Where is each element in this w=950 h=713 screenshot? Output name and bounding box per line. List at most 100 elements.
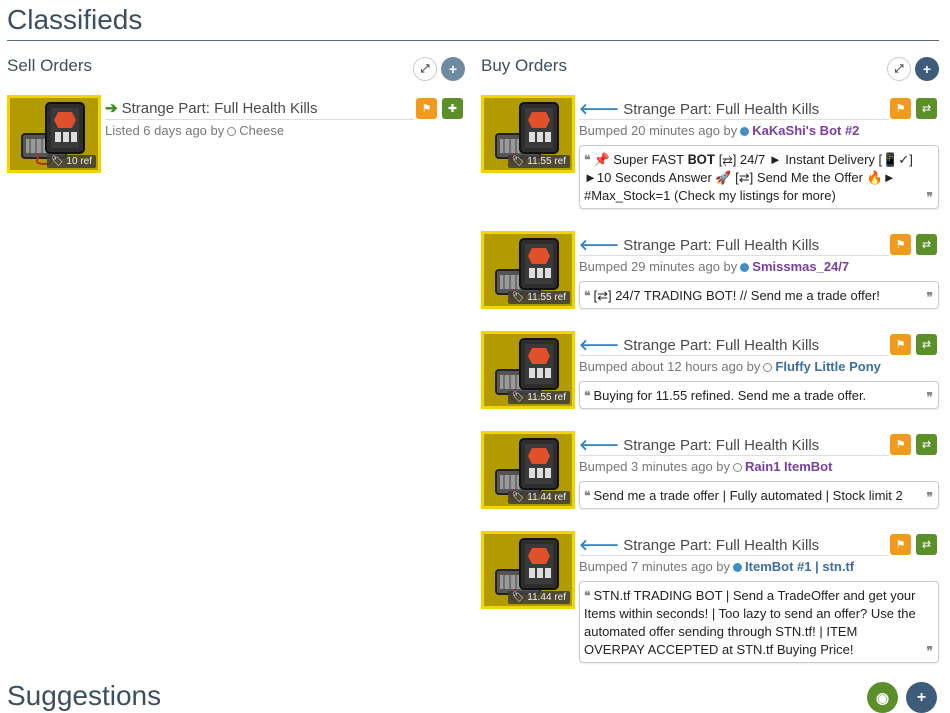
quote-left-icon: ❝ [584, 153, 591, 167]
comment-text: Buying for 11.55 refined. Send me a trad… [593, 388, 867, 403]
item-name[interactable]: Strange Part: Full Health Kills [623, 537, 819, 554]
report-button[interactable]: ⚑ [890, 534, 911, 555]
item-thumbnail[interactable]: 🏷 11.44 ref [481, 531, 575, 609]
listing-comment: ❝ Send me a trade offer | Fully automated… [579, 481, 939, 509]
item-divider [579, 355, 889, 356]
item-thumbnail[interactable]: 🏷 10 ref [7, 95, 101, 173]
item-thumbnail[interactable]: 🏷 11.55 ref [481, 231, 575, 309]
username-link[interactable]: Rain1 ItemBot [745, 459, 832, 474]
listing-comment: ❝ STN.tf TRADING BOT | Send a TradeOffer … [579, 581, 939, 663]
item-name[interactable]: Strange Part: Full Health Kills [122, 100, 318, 117]
item-title[interactable]: 🡐 Strange Part: Full Health Kills [579, 535, 819, 554]
status-offline-icon [763, 363, 773, 372]
price-tag: 🏷 11.55 ref [507, 291, 570, 304]
trade-button[interactable]: ⇄ [916, 534, 937, 555]
item-divider [579, 555, 889, 556]
status-online-icon [740, 127, 750, 136]
report-button[interactable]: ⚑ [890, 434, 911, 455]
expand-icon: ⤢ [894, 62, 904, 75]
exchange-icon: ⇄ [921, 103, 932, 115]
item-thumbnail[interactable]: 🏷 11.44 ref [481, 431, 575, 509]
arrow-right-icon: ➔ [105, 100, 118, 117]
arrow-left-icon: 🡐 [579, 237, 620, 254]
add-sell-order-button[interactable]: + [441, 57, 465, 81]
username-link[interactable]: Fluffy Little Pony [775, 359, 880, 374]
listing-time: Bumped 20 minutes ago by [579, 123, 738, 138]
listing-time: Bumped about 12 hours ago by [579, 359, 761, 374]
trade-button[interactable]: ⇄ [916, 334, 937, 355]
tag-icon: 🏷 [511, 292, 525, 303]
quote-right-icon: ❞ [926, 290, 933, 304]
listing-meta: Bumped 7 minutes ago by ItemBot #1 | stn.… [579, 559, 854, 574]
expand-icon: ⤢ [420, 62, 430, 75]
tag-icon: 🏷 [511, 392, 525, 403]
item-thumbnail[interactable]: 🏷 11.55 ref [481, 95, 575, 173]
item-name[interactable]: Strange Part: Full Health Kills [623, 101, 819, 118]
price-label: 11.55 ref [527, 392, 566, 403]
report-button[interactable]: ⚑ [416, 98, 437, 119]
toggle-suggestions-button[interactable]: ◉ [867, 682, 898, 713]
expand-buy-button[interactable]: ⤢ [887, 57, 911, 81]
listing-meta: Bumped 20 minutes ago by KaKaShi's Bot #2 [579, 123, 859, 138]
item-divider [579, 255, 889, 256]
buy-listing: 🏷 11.55 ref 🡐 Strange Part: Full Health K… [481, 231, 939, 311]
quote-right-icon: ❞ [926, 390, 933, 404]
status-online-icon [740, 263, 750, 272]
arrow-left-icon: 🡐 [579, 537, 620, 554]
item-title[interactable]: ➔ Strange Part: Full Health Kills [105, 99, 318, 117]
buy-listing: 🏷 11.44 ref 🡐 Strange Part: Full Health K… [481, 431, 939, 511]
plus-icon: + [916, 688, 927, 706]
report-button[interactable]: ⚑ [890, 334, 911, 355]
flag-icon: ⚑ [421, 103, 432, 115]
item-thumbnail[interactable]: 🏷 11.55 ref [481, 331, 575, 409]
quote-left-icon: ❝ [584, 289, 591, 303]
listing-comment: ❝ [⇄] 24/7 TRADING BOT! // Send me a trad… [579, 281, 939, 309]
item-divider [579, 119, 889, 120]
item-title[interactable]: 🡐 Strange Part: Full Health Kills [579, 435, 819, 454]
flag-icon: ⚑ [895, 103, 906, 115]
add-buy-order-button[interactable]: + [915, 57, 939, 81]
price-tag: 🏷 11.55 ref [507, 155, 570, 168]
username-link[interactable]: Smissmas_24/7 [752, 259, 849, 274]
tag-icon: 🏷 [511, 592, 525, 603]
listing-meta: Bumped 29 minutes ago by Smissmas_24/7 [579, 259, 849, 274]
title-divider [7, 40, 939, 41]
sell-listing: 🏷 10 ref ➔ Strange Part: Full Health Kill… [7, 95, 465, 175]
trade-button[interactable]: ⇄ [916, 98, 937, 119]
price-label: 11.44 ref [527, 592, 566, 603]
item-title[interactable]: 🡐 Strange Part: Full Health Kills [579, 235, 819, 254]
add-button[interactable]: ✚ [442, 98, 463, 119]
arrow-left-icon: 🡐 [579, 437, 620, 454]
item-divider [105, 119, 415, 120]
report-button[interactable]: ⚑ [890, 98, 911, 119]
buy-listing: 🏷 11.44 ref 🡐 Strange Part: Full Health K… [481, 531, 939, 663]
item-name[interactable]: Strange Part: Full Health Kills [623, 337, 819, 354]
comment-text: Send me a trade offer | Fully automated … [593, 488, 903, 503]
price-label: 11.55 ref [527, 292, 566, 303]
trade-button[interactable]: ⇄ [916, 234, 937, 255]
item-name[interactable]: Strange Part: Full Health Kills [623, 437, 819, 454]
price-tag: 🏷 11.55 ref [507, 391, 570, 404]
price-tag: 🏷 11.44 ref [507, 591, 570, 604]
comment-text: [⇄] 24/7 TRADING BOT! // Send me a trade… [593, 288, 880, 303]
listing-time: Bumped 7 minutes ago by [579, 559, 731, 574]
exchange-icon: ⇄ [921, 439, 932, 451]
item-title[interactable]: 🡐 Strange Part: Full Health Kills [579, 99, 819, 118]
price-label: 10 ref [66, 156, 92, 167]
trade-button[interactable]: ⇄ [916, 434, 937, 455]
username-link[interactable]: Cheese [239, 123, 284, 138]
item-title[interactable]: 🡐 Strange Part: Full Health Kills [579, 335, 819, 354]
item-name[interactable]: Strange Part: Full Health Kills [623, 237, 819, 254]
expand-sell-button[interactable]: ⤢ [413, 57, 437, 81]
listing-time: Bumped 3 minutes ago by [579, 459, 731, 474]
status-online-icon [733, 563, 743, 572]
add-suggestion-button[interactable]: + [906, 682, 937, 713]
listing-time: Bumped 29 minutes ago by [579, 259, 738, 274]
status-offline-icon [227, 127, 237, 136]
username-link[interactable]: ItemBot #1 | stn.tf [745, 559, 854, 574]
plus-icon: ✚ [447, 103, 458, 115]
item-divider [579, 455, 889, 456]
listing-comment: ❝ 📌 Super FAST 𝐁𝐎𝐓 [⇄] 24/7 ► Instant Del… [579, 145, 939, 209]
username-link[interactable]: KaKaShi's Bot #2 [752, 123, 859, 138]
report-button[interactable]: ⚑ [890, 234, 911, 255]
